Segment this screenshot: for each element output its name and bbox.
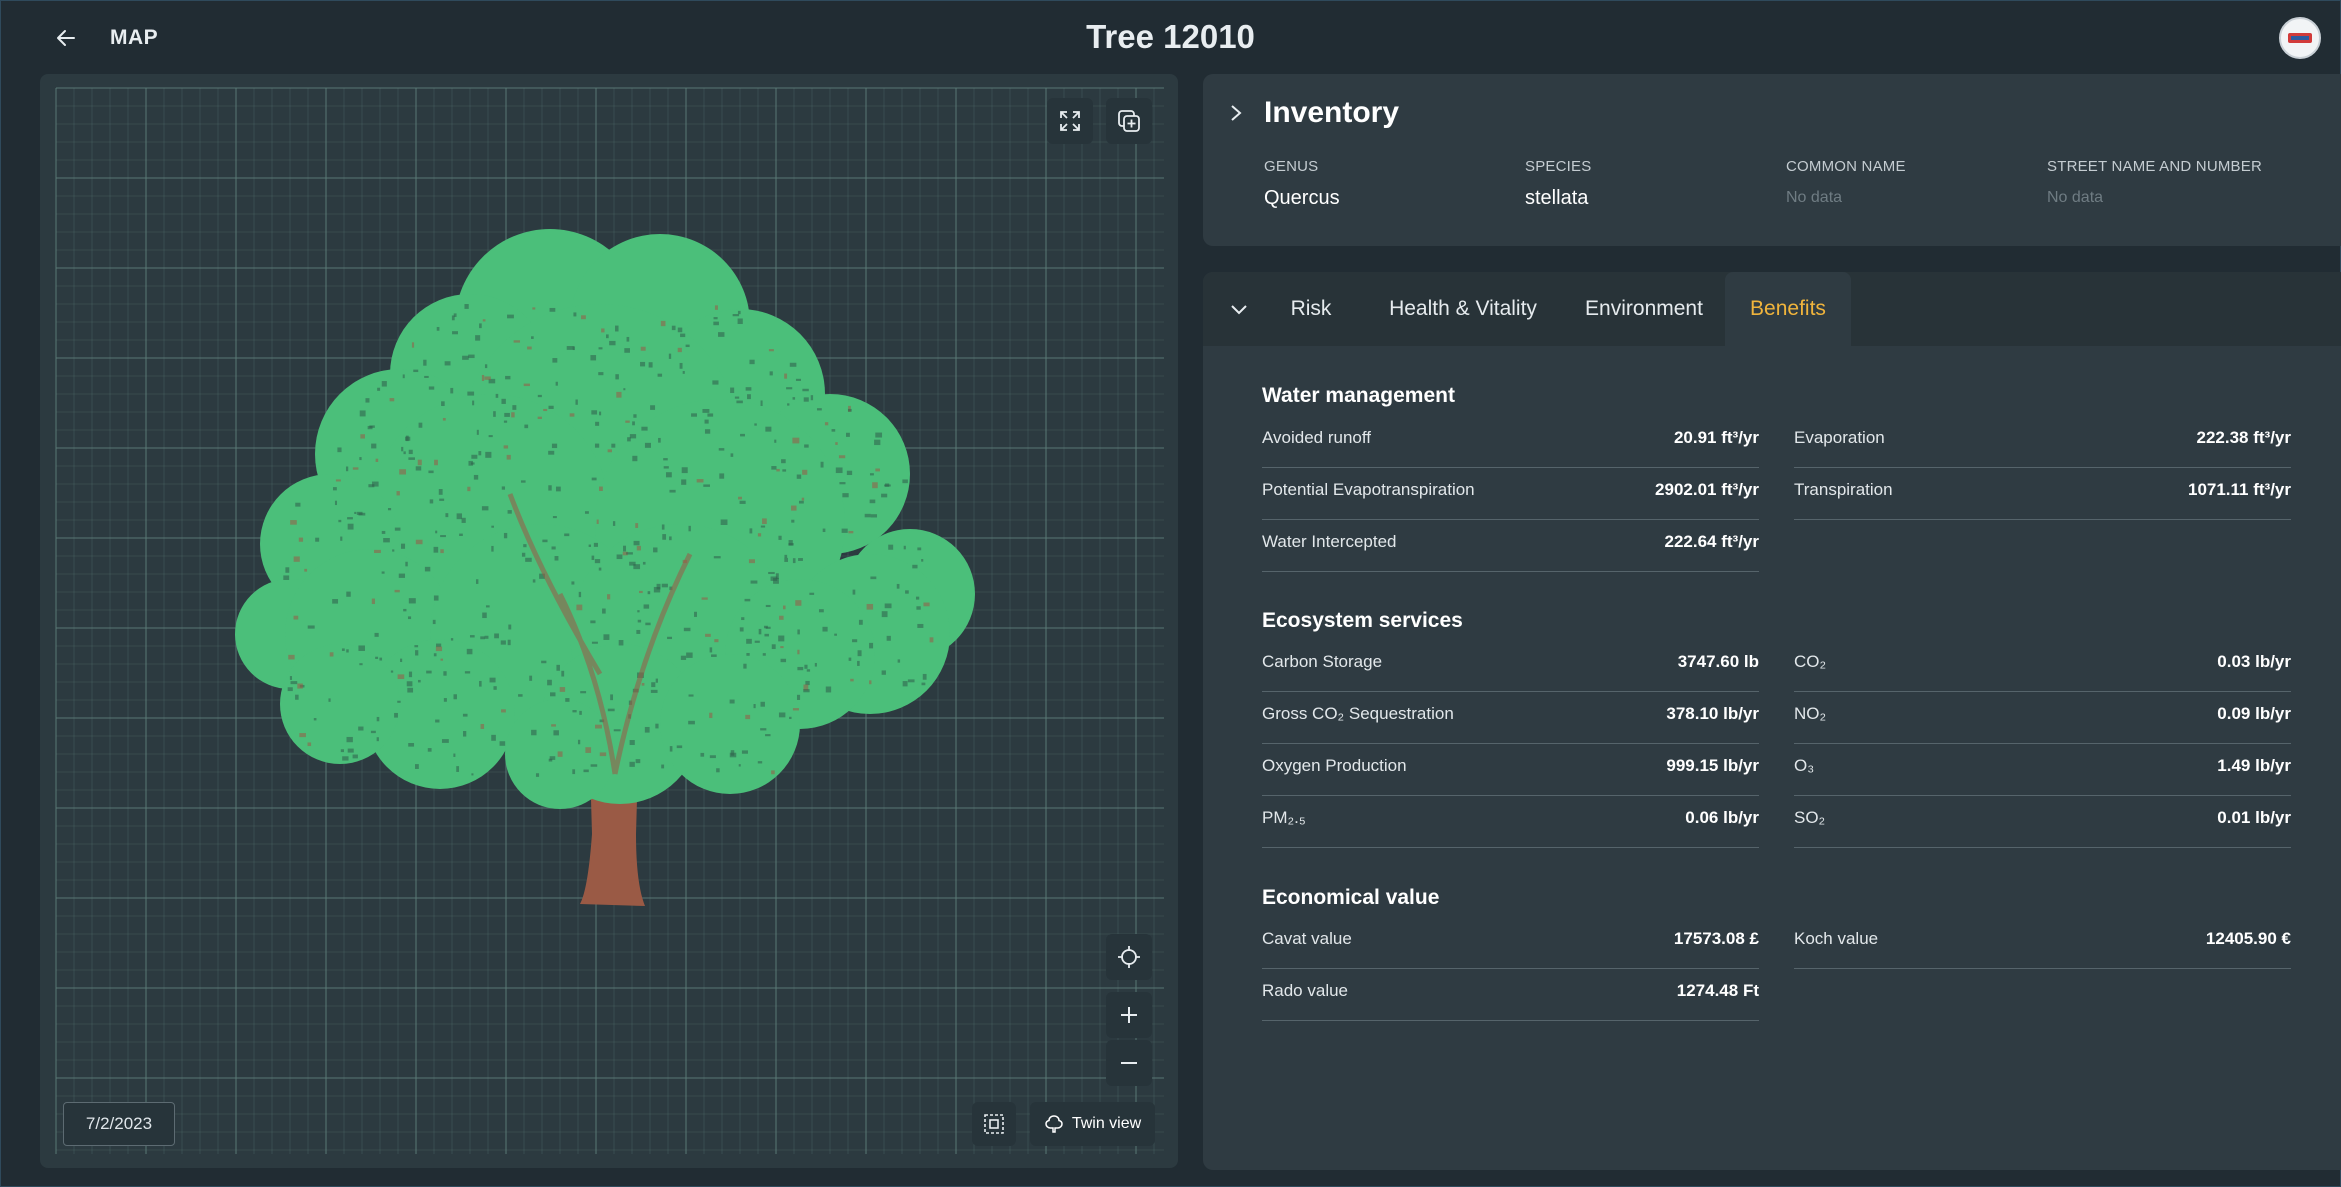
- inventory-expand-button[interactable]: [1223, 100, 1249, 126]
- inventory-field-species: SPECIES stellata: [1525, 158, 1775, 210]
- metric-value: 20.91 ft³/yr: [1673, 428, 1759, 447]
- inventory-field-common-name: COMMON NAME No data: [1786, 158, 2036, 207]
- chevron-right-icon: [1231, 105, 1242, 121]
- metric-label: Cavat value: [1262, 929, 1352, 948]
- field-value: stellata: [1525, 187, 1589, 209]
- logo-avatar-icon: [2288, 33, 2312, 43]
- minus-icon: [1121, 1062, 1137, 1064]
- inventory-field-genus: GENUS Quercus: [1264, 158, 1514, 210]
- inventory-field-street: STREET NAME AND NUMBER No data: [2047, 158, 2337, 207]
- tree-viewer[interactable]: 7/2/2023 Twin view: [40, 74, 1178, 1168]
- metric-label: Koch value: [1794, 929, 1879, 948]
- collapse-button[interactable]: [1225, 296, 1253, 324]
- metric-label: Avoided runoff: [1262, 428, 1372, 447]
- metric-row: Rado value 1274.48 Ft: [1262, 969, 1759, 1021]
- fullscreen-button[interactable]: [1047, 98, 1093, 144]
- metric-value: 1071.11 ft³/yr: [2187, 480, 2291, 499]
- plus-icon: [1121, 1007, 1137, 1023]
- metric-value: 3747.60 lb: [1677, 652, 1759, 671]
- metric-label: Evaporation: [1794, 428, 1885, 447]
- metric-label: PM₂.₅: [1262, 808, 1306, 827]
- section-title-economical: Economical value: [1262, 886, 1440, 909]
- metric-value: 0.09 lb/yr: [2217, 704, 2291, 723]
- field-label: SPECIES: [1525, 158, 1592, 175]
- tab-environment[interactable]: Environment: [1559, 272, 1729, 346]
- field-label: GENUS: [1264, 158, 1319, 175]
- metric-label: Carbon Storage: [1262, 652, 1383, 671]
- tab-bar: Risk Health & Vitality Environment Benef…: [1203, 272, 2341, 346]
- metric-value: 0.01 lb/yr: [2217, 808, 2291, 827]
- copy-plus-icon: [1118, 110, 1140, 132]
- point-cloud-canvas[interactable]: [40, 74, 1178, 1168]
- date-selector[interactable]: 7/2/2023: [63, 1102, 175, 1146]
- metric-row: Avoided runoff 20.91 ft³/yr: [1262, 416, 1759, 468]
- metric-label: SO₂: [1794, 808, 1826, 827]
- metric-value: 17573.08 £: [1673, 929, 1759, 948]
- field-value: No data: [1786, 189, 1843, 206]
- metric-label: O₃: [1794, 756, 1815, 775]
- tab-health-vitality[interactable]: Health & Vitality: [1367, 272, 1559, 346]
- tab-benefits[interactable]: Benefits: [1725, 272, 1851, 346]
- field-label: STREET NAME AND NUMBER: [2047, 158, 2262, 175]
- inventory-title: Inventory: [1264, 96, 1400, 129]
- field-label: COMMON NAME: [1786, 158, 1906, 175]
- metric-label: NO₂: [1794, 704, 1827, 723]
- crosshair-icon: [1118, 946, 1140, 968]
- metric-row: O₃ 1.49 lb/yr: [1794, 744, 2291, 796]
- metric-label: Potential Evapotranspiration: [1262, 480, 1475, 499]
- metric-row: Cavat value 17573.08 £: [1262, 917, 1759, 969]
- chevron-down-icon: [1231, 305, 1247, 315]
- metric-label: Gross CO₂ Sequestration: [1262, 704, 1454, 723]
- metric-label: CO₂: [1794, 652, 1827, 671]
- metric-label: Oxygen Production: [1262, 756, 1407, 775]
- metric-value: 222.38 ft³/yr: [2196, 428, 2292, 447]
- metric-value: 0.06 lb/yr: [1685, 808, 1759, 827]
- metric-row: Evaporation 222.38 ft³/yr: [1794, 416, 2291, 468]
- zoom-out-button[interactable]: [1106, 1040, 1152, 1086]
- metric-row: PM₂.₅ 0.06 lb/yr: [1262, 796, 1759, 848]
- metric-row: CO₂ 0.03 lb/yr: [1794, 640, 2291, 692]
- metric-row: NO₂ 0.09 lb/yr: [1794, 692, 2291, 744]
- metric-label: Water Intercepted: [1262, 532, 1397, 551]
- metric-row: Carbon Storage 3747.60 lb: [1262, 640, 1759, 692]
- metric-row: Water Intercepted 222.64 ft³/yr: [1262, 520, 1759, 572]
- metric-value: 12405.90 €: [2205, 929, 2291, 948]
- locate-button[interactable]: [1106, 934, 1152, 980]
- metric-row: Oxygen Production 999.15 lb/yr: [1262, 744, 1759, 796]
- metric-value: 1.49 lb/yr: [2217, 756, 2291, 775]
- twin-view-label: Twin view: [1071, 1115, 1142, 1132]
- selection-icon: [984, 1114, 1004, 1134]
- page-title: Tree 12010: [1086, 18, 1255, 55]
- metric-value: 222.64 ft³/yr: [1664, 532, 1760, 551]
- add-layer-button[interactable]: [1106, 98, 1152, 144]
- tree-icon: [1045, 1115, 1063, 1133]
- twin-view-button[interactable]: Twin view: [1030, 1102, 1155, 1146]
- selection-button[interactable]: [972, 1102, 1016, 1146]
- zoom-in-button[interactable]: [1106, 992, 1152, 1038]
- metric-label: Rado value: [1262, 981, 1349, 1000]
- metric-value: 0.03 lb/yr: [2217, 652, 2291, 671]
- metric-row: Gross CO₂ Sequestration 378.10 lb/yr: [1262, 692, 1759, 744]
- metric-label: Transpiration: [1794, 480, 1893, 499]
- details-panel: Risk Health & Vitality Environment Benef…: [1203, 272, 2341, 1170]
- metric-row: Potential Evapotranspiration 2902.01 ft³…: [1262, 468, 1759, 520]
- metric-row: SO₂ 0.01 lb/yr: [1794, 796, 2291, 848]
- section-title-water: Water management: [1262, 384, 1455, 407]
- inventory-panel: Inventory GENUS Quercus SPECIES stellata…: [1203, 74, 2341, 246]
- section-title-ecosystem: Ecosystem services: [1262, 609, 1463, 632]
- avatar[interactable]: [2279, 17, 2321, 59]
- metric-value: 1274.48 Ft: [1676, 981, 1759, 1000]
- field-value: No data: [2047, 189, 2104, 206]
- top-bar: MAP Tree 12010: [0, 0, 2341, 74]
- metric-row: Koch value 12405.90 €: [1794, 917, 2291, 969]
- metric-value: 2902.01 ft³/yr: [1655, 480, 1759, 499]
- metric-row: Transpiration 1071.11 ft³/yr: [1794, 468, 2291, 520]
- field-value: Quercus: [1264, 187, 1340, 209]
- tab-risk[interactable]: Risk: [1255, 272, 1367, 346]
- metric-value: 999.15 lb/yr: [1666, 756, 1759, 775]
- metric-value: 378.10 lb/yr: [1666, 704, 1759, 723]
- expand-icon: [1060, 111, 1080, 131]
